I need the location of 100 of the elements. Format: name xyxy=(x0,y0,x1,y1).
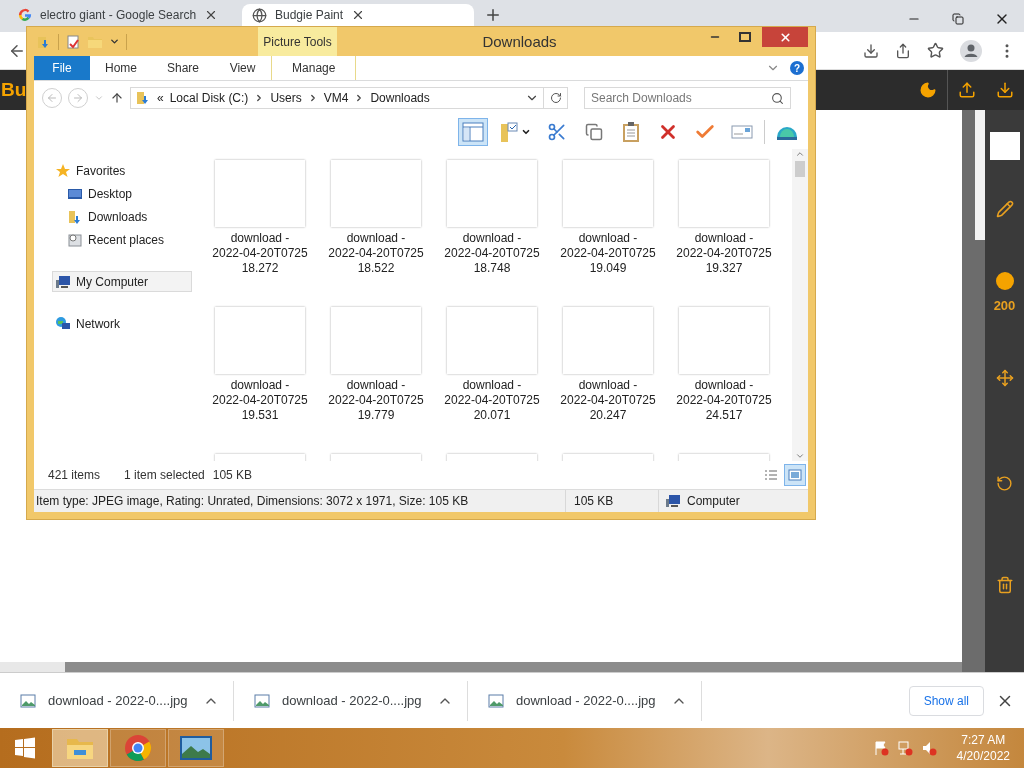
nav-item[interactable]: Network xyxy=(52,313,192,334)
file-thumbnail[interactable] xyxy=(563,160,653,227)
nav-item[interactable]: My Computer xyxy=(52,271,192,292)
download-name: download - 2022-0....jpg xyxy=(516,693,657,708)
download-item[interactable]: download - 2022-0....jpg xyxy=(468,680,702,721)
refresh-icon xyxy=(549,92,562,104)
file-thumbnail[interactable] xyxy=(447,307,537,374)
network-icon[interactable] xyxy=(896,740,913,756)
restore-icon xyxy=(952,13,964,25)
help-button[interactable]: ? xyxy=(790,61,804,75)
download-item[interactable]: download - 2022-0....jpg xyxy=(0,680,234,721)
caret-icon xyxy=(521,127,531,137)
speaker-muted-icon[interactable] xyxy=(920,740,937,756)
file-thumbnail[interactable] xyxy=(215,160,305,227)
back-icon xyxy=(46,92,58,104)
clock-date: 4/20/2022 xyxy=(956,749,1010,763)
star-icon xyxy=(55,162,71,179)
copy-icon xyxy=(585,123,603,141)
color-swatch[interactable] xyxy=(989,132,1020,160)
up-icon[interactable] xyxy=(110,91,124,105)
app-title: Bu xyxy=(0,79,27,101)
windows-logo-icon xyxy=(14,737,36,759)
download-icon[interactable] xyxy=(863,42,879,59)
address-bar[interactable]: « Local Disk (C:) Users VM4 Downloads xyxy=(130,87,544,109)
trash-icon[interactable] xyxy=(995,576,1014,594)
move-icon[interactable] xyxy=(995,369,1014,387)
file-name[interactable]: download - 2022-04-20T0725 19.531 xyxy=(212,378,308,423)
view-button[interactable] xyxy=(784,464,806,486)
taskbar-app[interactable] xyxy=(52,729,108,767)
search-field[interactable]: Search Downloads xyxy=(584,87,791,109)
ribbon-tab[interactable]: File xyxy=(34,56,90,80)
breadcrumb[interactable]: VM4 xyxy=(323,91,349,105)
rotate-icon[interactable] xyxy=(996,475,1013,492)
file-name[interactable]: download - 2022-04-20T0725 20.071 xyxy=(444,378,540,423)
selection-size: 105 KB xyxy=(212,468,253,482)
scroll-down-icon[interactable] xyxy=(795,451,805,461)
zone-text: Computer xyxy=(687,494,740,508)
file-thumbnail[interactable] xyxy=(563,307,653,374)
scroll-thumb[interactable] xyxy=(795,161,805,177)
scroll-thumb[interactable] xyxy=(975,110,985,240)
nav-item[interactable]: Recent places xyxy=(64,229,192,250)
file-name[interactable]: download - 2022-04-20T0725 19.327 xyxy=(676,231,772,276)
scrollbar[interactable] xyxy=(792,149,808,461)
close-icon xyxy=(778,30,792,44)
nav-item[interactable]: Downloads xyxy=(64,206,192,227)
details-text: Item type: JPEG image, Rating: Unrated, Dimensions: 3072 x 1971, Size: 105 KB xyxy=(36,494,469,508)
size-text: 105 KB xyxy=(574,494,614,508)
file-name[interactable]: download - 2022-04-20T0725 18.272 xyxy=(212,231,308,276)
nav-item[interactable]: Desktop xyxy=(64,183,192,204)
file-thumbnail[interactable] xyxy=(331,160,421,227)
file-name[interactable]: download - 2022-04-20T0725 24.517 xyxy=(676,378,772,423)
card-icon xyxy=(731,124,753,140)
file-thumbnail[interactable] xyxy=(331,307,421,374)
star-icon[interactable] xyxy=(927,42,944,59)
scrollbar[interactable] xyxy=(962,110,985,672)
properties-icon[interactable] xyxy=(65,33,81,50)
profile-icon[interactable] xyxy=(960,39,982,62)
breadcrumb-overflow[interactable]: « xyxy=(157,91,164,105)
pencil-icon[interactable] xyxy=(995,200,1014,218)
maximize-icon xyxy=(739,32,751,42)
download-icon[interactable] xyxy=(996,81,1014,99)
context-label: Picture Tools xyxy=(258,27,337,56)
moon-icon[interactable] xyxy=(919,81,937,99)
download-item[interactable]: download - 2022-0....jpg xyxy=(234,680,468,721)
flag-icon[interactable] xyxy=(872,740,889,756)
file-thumbnail[interactable] xyxy=(447,160,537,227)
computer-icon xyxy=(665,493,681,509)
scissors-icon xyxy=(547,122,567,142)
network-icon xyxy=(55,315,71,332)
computer-icon xyxy=(55,273,71,290)
show-all-button[interactable]: Show all xyxy=(908,685,984,716)
window-title: Downloads xyxy=(481,32,558,52)
recent-places-icon xyxy=(67,231,83,248)
nav-item[interactable]: Favorites xyxy=(52,160,192,181)
plus-icon xyxy=(484,6,502,24)
file-name[interactable]: download - 2022-04-20T0725 19.049 xyxy=(560,231,656,276)
scroll-up-icon[interactable] xyxy=(795,149,805,159)
file-name[interactable]: download - 2022-04-20T0725 18.748 xyxy=(444,231,540,276)
breadcrumb[interactable]: Downloads xyxy=(370,91,430,105)
breadcrumb[interactable]: Users xyxy=(270,91,302,105)
refresh-button[interactable] xyxy=(544,87,568,109)
browser-tab[interactable]: electro giant - Google Search xyxy=(8,4,240,26)
file-thumbnail[interactable] xyxy=(679,307,769,374)
upload-icon[interactable] xyxy=(958,81,976,99)
file-thumbnail[interactable] xyxy=(215,307,305,374)
file-name[interactable]: download - 2022-04-20T0725 18.522 xyxy=(328,231,424,276)
folder-check-icon xyxy=(499,121,521,143)
download-name: download - 2022-0....jpg xyxy=(282,693,423,708)
share-icon[interactable] xyxy=(895,42,911,59)
file-name[interactable]: download - 2022-04-20T0725 19.779 xyxy=(328,378,424,423)
round-logo-icon[interactable] xyxy=(124,734,152,762)
browser-tab[interactable]: Budgie Paint xyxy=(242,4,474,26)
ribbon-tab[interactable]: Manage xyxy=(271,56,357,80)
file-name[interactable]: download - 2022-04-20T0725 20.247 xyxy=(560,378,656,423)
caret-icon[interactable] xyxy=(109,36,120,47)
breadcrumb[interactable]: Local Disk (C:) xyxy=(169,91,249,105)
file-thumbnail[interactable] xyxy=(679,160,769,227)
photo-viewer-icon[interactable] xyxy=(178,734,214,762)
brush-size-dot[interactable] xyxy=(995,272,1014,290)
folder-download-icon xyxy=(135,90,151,106)
